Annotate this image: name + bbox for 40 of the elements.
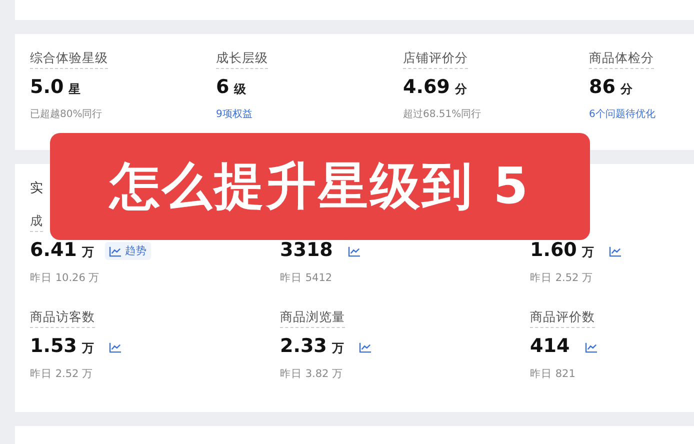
yesterday-value: 昨日 2.52 万	[30, 367, 94, 381]
line-chart-icon	[108, 246, 122, 256]
stat-label: 商品体检分	[589, 50, 654, 69]
stat-unit: 分	[620, 81, 632, 98]
metric-unit: 万	[582, 244, 594, 261]
metric-value: 1.60	[530, 239, 577, 261]
metric-label: 商品访客数	[30, 309, 95, 328]
trend-button[interactable]: 趋势	[104, 242, 151, 260]
metric-value: 414	[530, 335, 570, 357]
metric-label: 商品浏览量	[280, 309, 345, 328]
yesterday-value: 昨日 10.26 万	[30, 271, 101, 285]
stat-label: 成长层级	[216, 50, 268, 69]
stat-value: 86	[589, 76, 616, 98]
stat-value: 4.69	[403, 76, 450, 98]
title-banner: 怎么提升星级到 5	[50, 133, 590, 240]
metric-label: 成	[30, 213, 43, 232]
yesterday-value: 昨日 5412	[280, 271, 334, 285]
yesterday-value: 昨日 821	[530, 367, 576, 381]
section-title: 实	[30, 180, 44, 197]
metric-unit: 万	[82, 244, 94, 261]
metric-value: 1.53	[30, 335, 77, 357]
metric-unit: 万	[332, 340, 344, 357]
stat-label: 店铺评价分	[403, 50, 468, 69]
metric-label: 商品评价数	[530, 309, 595, 328]
stat-value: 5.0	[30, 76, 64, 98]
stat-label: 综合体验星级	[30, 50, 108, 69]
stat-link[interactable]: 9项权益	[216, 107, 403, 121]
metric-unit: 万	[82, 340, 94, 357]
metric-value: 2.33	[280, 335, 327, 357]
stat-note: 超过68.51%同行	[403, 108, 482, 121]
yesterday-value: 昨日 2.52 万	[530, 271, 594, 285]
stat-value: 6	[216, 76, 230, 98]
metric-value: 6.41	[30, 239, 77, 261]
metric-value: 3318	[280, 239, 333, 261]
yesterday-value: 昨日 3.82 万	[280, 367, 344, 381]
stat-link[interactable]: 6个问题待优化	[589, 107, 656, 121]
stat-unit: 级	[234, 81, 246, 98]
stat-unit: 分	[454, 81, 467, 98]
stat-unit: 星	[68, 81, 81, 98]
stat-note: 已超越80%同行	[30, 108, 104, 121]
